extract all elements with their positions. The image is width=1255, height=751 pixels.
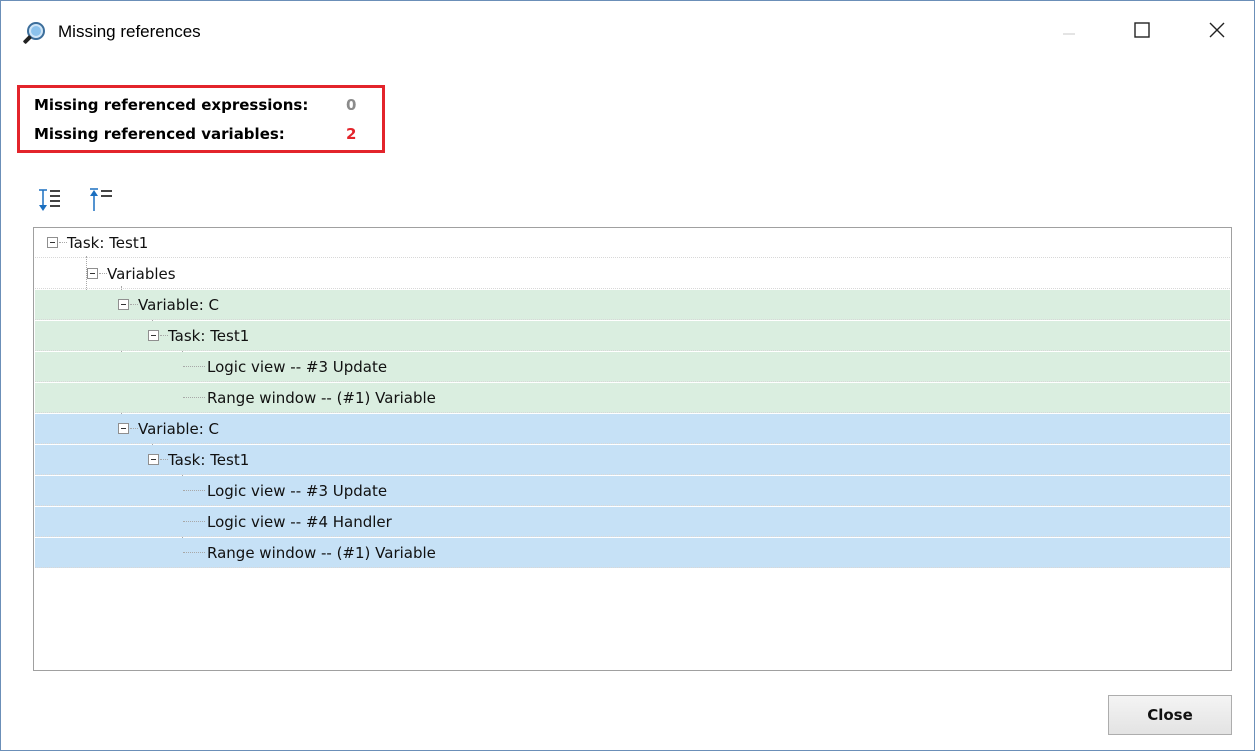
expressions-count: 0: [346, 96, 357, 114]
expand-all-button[interactable]: [37, 185, 63, 215]
tree-collapse-icon[interactable]: [148, 454, 159, 465]
tree-node[interactable]: Logic view -- #4 Handler: [35, 507, 1230, 537]
tree-connector: [183, 552, 205, 553]
tree-node[interactable]: Logic view -- #3 Update: [35, 476, 1230, 506]
tree-connector: [160, 335, 168, 336]
tree-node[interactable]: Range window -- (#1) Variable: [35, 538, 1230, 568]
tree-connector: [130, 428, 138, 429]
tree-collapse-icon[interactable]: [87, 268, 98, 279]
collapse-all-button[interactable]: [88, 185, 114, 215]
tree-node-label: Logic view -- #3 Update: [207, 358, 388, 376]
tree-node-label: Range window -- (#1) Variable: [207, 544, 436, 562]
tree-connector: [183, 366, 205, 367]
tree-node[interactable]: Task: Test1: [35, 228, 1230, 258]
expressions-label: Missing referenced expressions:: [34, 96, 309, 114]
tree-connector: [183, 397, 205, 398]
tree-node[interactable]: Variable: C: [35, 414, 1230, 444]
close-window-button[interactable]: [1194, 9, 1240, 55]
minimize-button[interactable]: [1046, 9, 1092, 55]
tree-connector: [183, 521, 205, 522]
tree-node[interactable]: Variables: [35, 259, 1230, 289]
tree-node[interactable]: Task: Test1: [35, 445, 1230, 475]
tree-node-label: Logic view -- #3 Update: [207, 482, 388, 500]
tree-connector: [130, 304, 138, 305]
tree-node-label: Variable: C: [138, 296, 220, 314]
variables-label: Missing referenced variables:: [34, 125, 285, 143]
minimize-icon: [1061, 22, 1077, 43]
tree-node-label: Task: Test1: [168, 327, 250, 345]
tree-connector: [160, 459, 168, 460]
tree-node-label: Task: Test1: [67, 234, 149, 252]
tree-node-label: Logic view -- #4 Handler: [207, 513, 392, 531]
summary-box: Missing referenced expressions: 0 Missin…: [17, 85, 385, 153]
tree-collapse-icon[interactable]: [148, 330, 159, 341]
close-icon: [1208, 21, 1226, 44]
window-title: Missing references: [58, 22, 201, 41]
close-button[interactable]: Close: [1108, 695, 1232, 735]
tree-connector: [59, 242, 67, 243]
maximize-button[interactable]: [1119, 9, 1165, 55]
tree-node-label: Task: Test1: [168, 451, 250, 469]
references-tree[interactable]: Task: Test1 Variables Variable: C Task: Tes…: [33, 227, 1232, 671]
maximize-icon: [1133, 21, 1151, 44]
tree-node[interactable]: Variable: C: [35, 290, 1230, 320]
tree-node-label: Variables: [107, 265, 176, 283]
magnifier-app-icon: [21, 21, 47, 47]
collapse-all-icon: [88, 188, 114, 219]
tree-collapse-icon[interactable]: [47, 237, 58, 248]
tree-connector: [183, 490, 205, 491]
variables-count: 2: [346, 125, 357, 143]
tree-collapse-icon[interactable]: [118, 423, 129, 434]
tree-node-label: Variable: C: [138, 420, 220, 438]
title-bar[interactable]: Missing references: [1, 1, 1254, 63]
tree-collapse-icon[interactable]: [118, 299, 129, 310]
tree-node[interactable]: Logic view -- #3 Update: [35, 352, 1230, 382]
tree-node-label: Range window -- (#1) Variable: [207, 389, 436, 407]
tree-node[interactable]: Task: Test1: [35, 321, 1230, 351]
tree-node[interactable]: Range window -- (#1) Variable: [35, 383, 1230, 413]
tree-connector: [99, 273, 107, 274]
expand-all-icon: [37, 189, 63, 219]
missing-references-window: Missing references Missing referenced ex…: [0, 0, 1255, 751]
